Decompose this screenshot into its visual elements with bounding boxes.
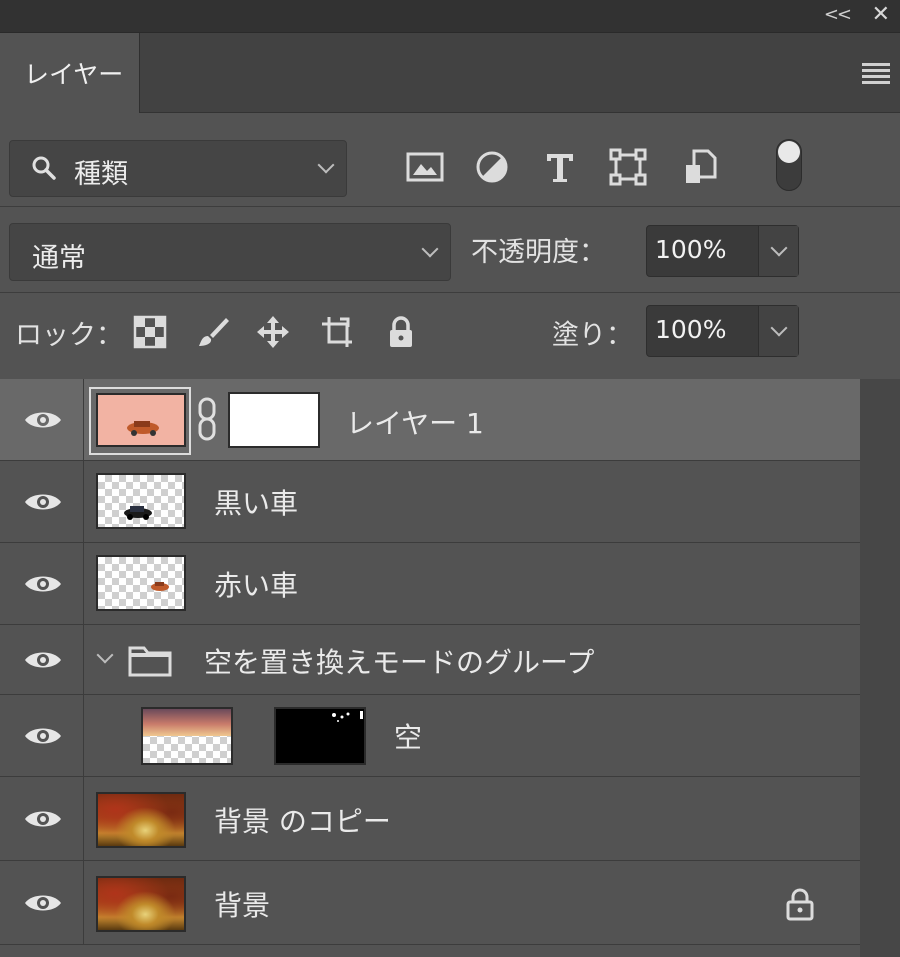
layer-name[interactable]: レイヤー 1 [346,402,484,442]
scrollbar-track[interactable] [860,379,900,957]
layer-name[interactable]: 背景 のコピー [214,800,391,840]
lock-position-icon[interactable] [256,315,290,349]
layer-row-background-copy[interactable]: 背景 のコピー [0,777,860,861]
lock-row: ロック： 塗り： 100% [0,293,900,379]
panel-title-bar: << ✕ [0,0,900,33]
filter-toggle[interactable] [776,139,802,191]
car-thumbnail-icon [151,582,169,591]
fill-field[interactable]: 100% [646,305,799,357]
layer-name[interactable]: 赤い車 [214,564,298,604]
car-thumbnail-icon [124,506,152,520]
layer-thumbnail[interactable] [96,393,186,447]
filter-row: 種類 [0,113,900,207]
fill-value[interactable]: 100% [655,315,726,344]
eye-icon[interactable] [24,491,62,513]
layer-name[interactable]: 背景 [214,884,270,924]
lock-transparent-pixels-icon[interactable] [133,315,167,349]
lock-label: ロック： [15,320,123,351]
lock-all-icon[interactable] [384,315,418,349]
panel-tab-bar: レイヤー [0,33,900,113]
chevron-down-icon [317,156,335,174]
opacity-field[interactable]: 100% [646,225,799,277]
lock-icon[interactable] [784,887,816,921]
tab-layers-label: レイヤー [24,60,124,89]
hamburger-icon[interactable] [862,63,890,87]
layer-row-black-car[interactable]: 黒い車 [0,461,860,543]
lock-image-pixels-icon[interactable] [196,315,230,349]
eye-icon[interactable] [24,808,62,830]
car-thumbnail-icon [127,421,159,436]
visibility-cell[interactable] [0,777,84,860]
eye-icon[interactable] [24,649,62,671]
layer-thumbnail[interactable] [96,876,186,932]
lock-artboard-icon[interactable] [320,315,354,349]
layer-thumbnail[interactable] [96,792,186,848]
visibility-cell[interactable] [0,695,84,776]
smart-object-filter-icon[interactable] [680,147,720,187]
folder-icon [128,646,172,677]
layer-row-sky-replacement-group[interactable]: 空を置き換えモードのグループ [0,625,860,695]
layers-list: レイヤー 1 黒い車 赤い車 空を置き換えモードのグループ 空 背景 のコピー … [0,379,860,957]
visibility-cell[interactable] [0,543,84,624]
layer-thumbnail[interactable] [96,473,186,529]
chevron-down-icon[interactable] [96,646,114,664]
eye-icon[interactable] [24,409,62,431]
visibility-cell[interactable] [0,625,84,694]
layer-name[interactable]: 空 [394,716,422,756]
tab-layers[interactable]: レイヤー [0,33,140,113]
visibility-cell[interactable] [0,379,84,460]
blend-mode-select[interactable]: 通常 [9,223,451,281]
layer-row-background[interactable]: 背景 [0,861,860,945]
layer-row-sky[interactable]: 空 [0,695,860,777]
layer-thumbnail[interactable] [96,555,186,611]
opacity-value[interactable]: 100% [655,235,726,264]
filter-kind-label: 種類 [74,159,128,190]
fill-label: 塗り： [552,320,633,351]
close-icon[interactable]: ✕ [872,2,890,27]
eye-icon[interactable] [24,573,62,595]
eye-icon[interactable] [24,892,62,914]
visibility-cell[interactable] [0,861,84,944]
link-chain-icon[interactable] [196,397,218,441]
blend-mode-value: 通常 [32,243,86,274]
shape-filter-icon[interactable] [608,147,648,187]
type-filter-icon[interactable] [540,147,580,187]
layer-row-layer-1[interactable]: レイヤー 1 [0,379,860,461]
layer-name[interactable]: 黒い車 [214,482,298,522]
layer-mask-thumbnail[interactable] [274,707,366,765]
opacity-label: 不透明度： [471,237,606,268]
filter-kind-select[interactable]: 種類 [9,140,347,197]
image-filter-icon[interactable] [405,147,445,187]
eye-icon[interactable] [24,725,62,747]
opacity-dropdown-button[interactable] [758,226,798,276]
chevron-down-icon [770,319,788,337]
collapse-panel-icon[interactable]: << [824,4,852,25]
adjustment-filter-icon[interactable] [472,147,512,187]
blend-row: 通常 不透明度： 100% [0,207,900,293]
visibility-cell[interactable] [0,461,84,542]
layer-mask-thumbnail[interactable] [228,392,320,448]
search-icon [32,156,56,180]
layer-name[interactable]: 空を置き換えモードのグループ [204,641,594,681]
layer-thumbnail[interactable] [141,707,233,765]
chevron-down-icon [421,240,439,258]
fill-dropdown-button[interactable] [758,306,798,356]
mask-speckle-icon [332,711,363,722]
chevron-down-icon [770,239,788,257]
layer-row-red-car[interactable]: 赤い車 [0,543,860,625]
